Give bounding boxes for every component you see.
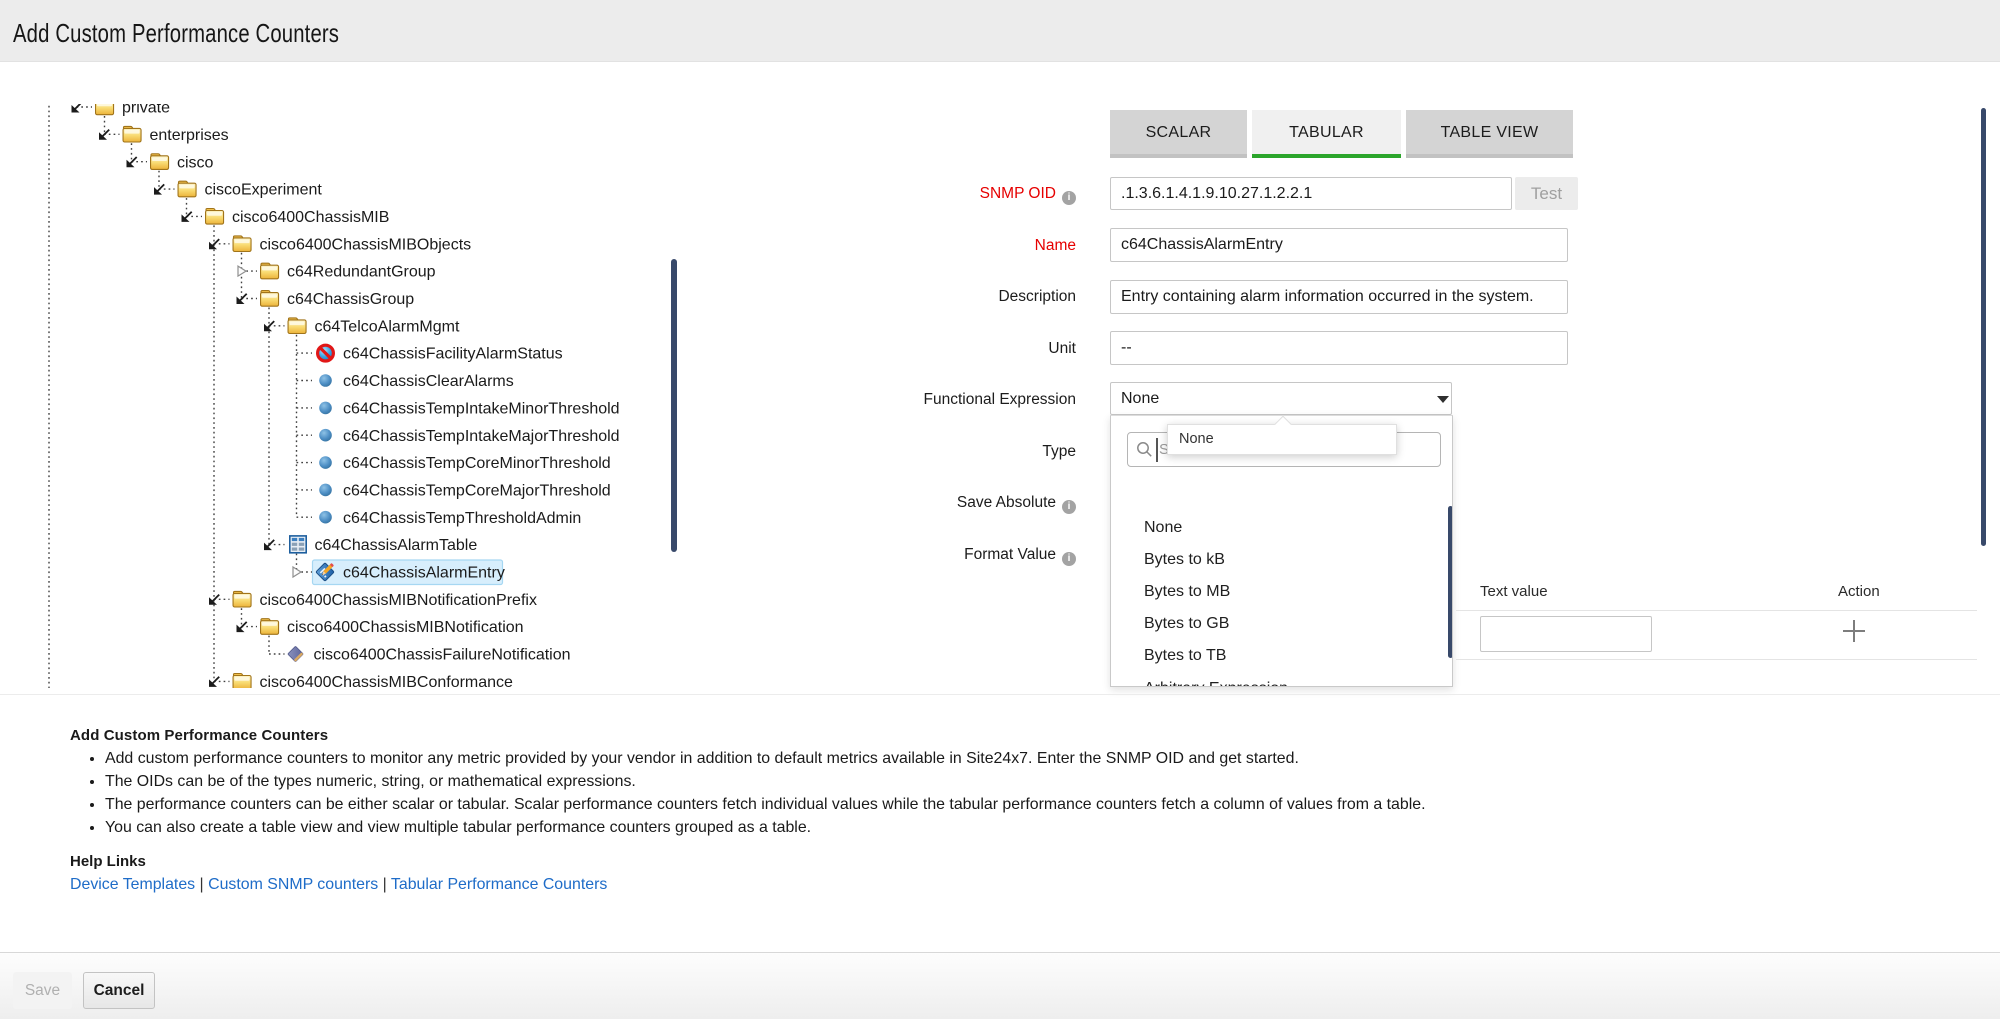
svg-text:cisco6400ChassisMIBConformance: cisco6400ChassisMIBConformance	[260, 674, 514, 688]
svg-text:ciscoExperiment: ciscoExperiment	[205, 182, 323, 199]
svg-text:c64ChassisTempCoreMinorThresho: c64ChassisTempCoreMinorThreshold	[343, 455, 611, 472]
svg-text:c64ChassisTempIntakeMinorThres: c64ChassisTempIntakeMinorThreshold	[343, 401, 620, 418]
svg-text:c64ChassisAlarmTable: c64ChassisAlarmTable	[315, 537, 478, 554]
svg-text:c64ChassisGroup: c64ChassisGroup	[287, 291, 414, 308]
svg-text:cisco6400ChassisMIBNotificatio: cisco6400ChassisMIBNotification	[287, 619, 524, 636]
svg-text:c64ChassisAlarmEntry: c64ChassisAlarmEntry	[343, 565, 505, 582]
svg-text:cisco6400ChassisMIB: cisco6400ChassisMIB	[232, 209, 389, 226]
svg-text:c64RedundantGroup: c64RedundantGroup	[287, 264, 436, 281]
svg-text:c64ChassisTempIntakeMajorThres: c64ChassisTempIntakeMajorThreshold	[343, 428, 620, 445]
svg-text:cisco: cisco	[177, 154, 214, 171]
svg-text:cisco6400ChassisMIBNotificatio: cisco6400ChassisMIBNotificationPrefix	[260, 592, 537, 609]
svg-text:enterprises: enterprises	[150, 127, 229, 144]
svg-text:cisco6400ChassisFailureNotific: cisco6400ChassisFailureNotification	[314, 647, 571, 664]
svg-text:c64ChassisClearAlarms: c64ChassisClearAlarms	[343, 373, 514, 390]
svg-text:private: private	[122, 104, 170, 117]
svg-text:c64ChassisFacilityAlarmStatus: c64ChassisFacilityAlarmStatus	[343, 346, 563, 363]
svg-text:cisco6400ChassisMIBObjects: cisco6400ChassisMIBObjects	[260, 236, 472, 253]
svg-text:c64ChassisTempCoreMajorThresho: c64ChassisTempCoreMajorThreshold	[343, 483, 611, 500]
svg-text:c64TelcoAlarmMgmt: c64TelcoAlarmMgmt	[315, 318, 460, 335]
svg-text:c64ChassisTempThresholdAdmin: c64ChassisTempThresholdAdmin	[343, 510, 581, 527]
